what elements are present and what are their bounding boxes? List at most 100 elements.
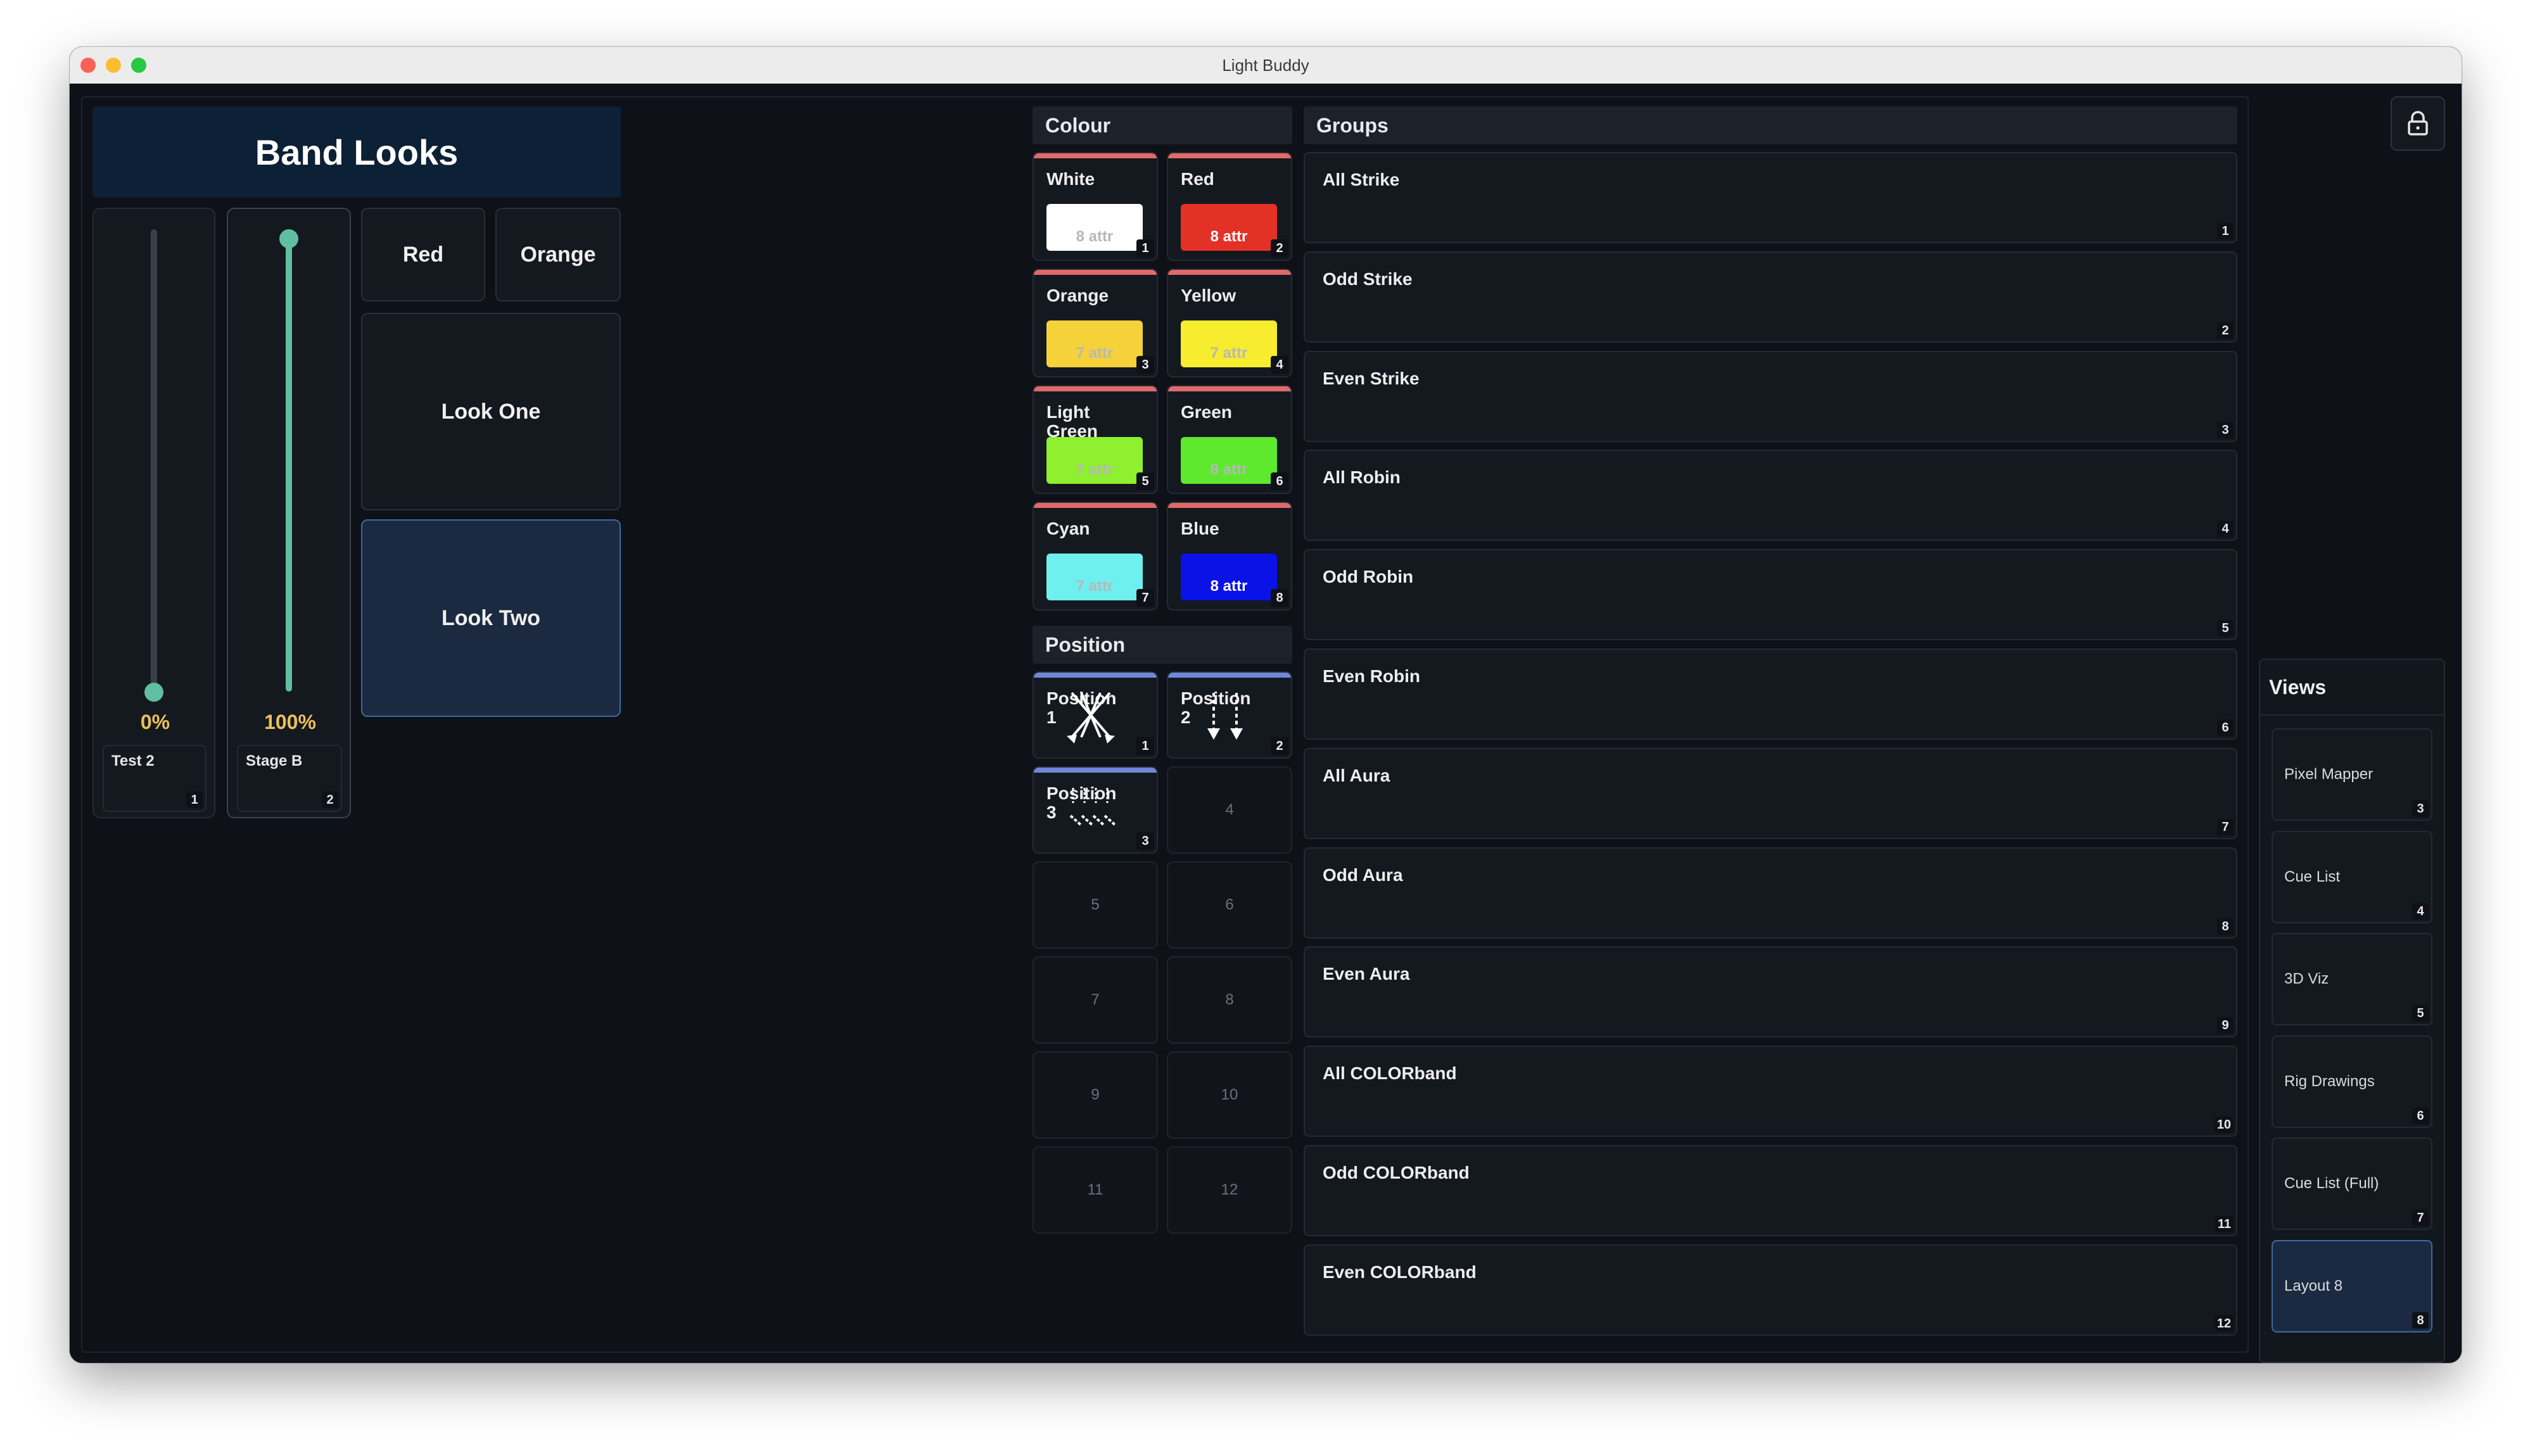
group-item[interactable]: All Strike 1 [1304, 152, 2237, 243]
position-preset[interactable]: Position 33 [1033, 766, 1158, 854]
empty-position-slot[interactable]: 12 [1167, 1146, 1292, 1234]
fader-number: 1 [186, 792, 203, 808]
fader-label-box[interactable]: Test 2 1 [103, 745, 207, 812]
view-item[interactable]: Pixel Mapper 3 [2272, 728, 2432, 821]
view-name: Cue List (Full) [2284, 1175, 2379, 1192]
view-item[interactable]: Cue List 4 [2272, 830, 2432, 923]
empty-position-slot[interactable]: 4 [1167, 766, 1292, 854]
preset-number: 3 [1136, 356, 1154, 374]
group-number: 9 [2217, 1017, 2234, 1034]
lock-button[interactable] [2391, 96, 2445, 151]
fader-track[interactable] [151, 229, 157, 692]
preset-bar [1168, 270, 1291, 275]
view-name: 3D Viz [2284, 970, 2329, 987]
group-name: Odd COLORband [1323, 1163, 1470, 1182]
preset-number: 1 [1136, 737, 1154, 755]
colour-preset[interactable]: Cyan 7 attr 7 [1033, 502, 1158, 611]
group-item[interactable]: Even Aura 9 [1304, 946, 2237, 1038]
main-content: Band Looks 0% Test 2 1 100% Stage B 2 Re… [70, 84, 2462, 1363]
attr-count: 7 attr [1076, 345, 1114, 362]
group-item[interactable]: All COLORband 10 [1304, 1046, 2237, 1137]
group-item[interactable]: Odd Aura 8 [1304, 847, 2237, 939]
empty-position-slot[interactable]: 7 [1033, 956, 1158, 1044]
group-item[interactable]: All Aura 7 [1304, 747, 2237, 839]
preset-name: White [1046, 169, 1095, 189]
colour-preset[interactable]: White 8 attr 1 [1033, 152, 1158, 261]
empty-position-slot[interactable]: 11 [1033, 1146, 1158, 1234]
preset-number: 2 [1271, 737, 1288, 755]
app-window: Light Buddy Band Looks 0% Test 2 1 100% … [70, 47, 2462, 1363]
group-item[interactable]: Even Strike 3 [1304, 350, 2237, 442]
fader-number: 2 [322, 792, 338, 808]
colour-preset[interactable]: Light Green 7 attr 5 [1033, 385, 1158, 494]
fader-track[interactable] [286, 229, 292, 692]
preset-number: 1 [1136, 239, 1154, 257]
preset-bar [1168, 153, 1291, 158]
orange-look-button[interactable]: Orange [495, 208, 621, 301]
fader-label-box[interactable]: Stage B 2 [237, 745, 342, 812]
position-pattern-icon [1065, 782, 1122, 835]
empty-position-slot[interactable]: 9 [1033, 1051, 1158, 1139]
group-item[interactable]: All Robin 4 [1304, 450, 2237, 541]
empty-position-slot[interactable]: 6 [1167, 861, 1292, 949]
preset-name: Green [1181, 402, 1232, 422]
red-look-button[interactable]: Red [361, 208, 485, 301]
preset-name: Yellow [1181, 286, 1236, 305]
attr-count: 8 attr [1210, 578, 1248, 595]
view-item[interactable]: 3D Viz 5 [2272, 933, 2432, 1025]
colour-preset[interactable]: Yellow 7 attr 4 [1167, 269, 1292, 377]
preset-name: Orange [1046, 286, 1109, 305]
colour-preset[interactable]: Green 8 attr 6 [1167, 385, 1292, 494]
fader-stage-b[interactable]: 100% Stage B 2 [227, 208, 351, 818]
fader-value: 0% [140, 711, 170, 733]
views-header: Views [2260, 660, 2444, 716]
group-number: 3 [2217, 421, 2234, 438]
group-number: 7 [2217, 818, 2234, 835]
empty-position-slot[interactable]: 10 [1167, 1051, 1292, 1139]
empty-position-slot[interactable]: 8 [1167, 956, 1292, 1044]
fader-handle[interactable] [279, 229, 298, 248]
group-name: All Strike [1323, 170, 1400, 189]
group-item[interactable]: Even Robin 6 [1304, 649, 2237, 740]
preset-number: 2 [1271, 239, 1288, 257]
colour-preset[interactable]: Orange 7 attr 3 [1033, 269, 1158, 377]
preset-number: 8 [1271, 589, 1288, 607]
lock-icon [2408, 111, 2428, 136]
position-preset[interactable]: Position 11 [1033, 671, 1158, 759]
attr-count: 8 attr [1076, 228, 1114, 245]
fader-value: 100% [264, 711, 316, 733]
preset-bar [1034, 386, 1157, 391]
group-name: Even Aura [1323, 964, 1410, 984]
view-name: Layout 8 [2284, 1277, 2343, 1295]
groups-header: Groups [1304, 106, 2237, 144]
colour-preset[interactable]: Red 8 attr 2 [1167, 152, 1292, 261]
position-header: Position [1033, 626, 1292, 664]
group-name: Even Robin [1323, 666, 1421, 686]
group-item[interactable]: Odd Strike 2 [1304, 251, 2237, 343]
view-item[interactable]: Layout 8 8 [2272, 1239, 2432, 1333]
group-number: 10 [2214, 1117, 2234, 1134]
look-two-button[interactable]: Look Two [361, 519, 621, 717]
preset-number: 6 [1271, 472, 1288, 490]
fader-test-2[interactable]: 0% Test 2 1 [92, 208, 215, 818]
group-number: 1 [2217, 223, 2234, 239]
empty-position-slot[interactable]: 5 [1033, 861, 1158, 949]
group-item[interactable]: Odd Robin 5 [1304, 549, 2237, 641]
attr-count: 7 attr [1076, 578, 1114, 595]
position-pattern-icon [1200, 687, 1250, 747]
group-item[interactable]: Odd COLORband 11 [1304, 1145, 2237, 1236]
view-number: 4 [2412, 902, 2429, 920]
group-item[interactable]: Even COLORband 12 [1304, 1244, 2237, 1336]
group-number: 8 [2217, 918, 2234, 935]
look-one-button[interactable]: Look One [361, 313, 621, 510]
preset-bar [1168, 503, 1291, 508]
view-item[interactable]: Cue List (Full) 7 [2272, 1137, 2432, 1230]
fader-handle[interactable] [144, 683, 163, 702]
preset-number: 3 [1136, 832, 1154, 850]
view-item[interactable]: Rig Drawings 6 [2272, 1035, 2432, 1128]
group-number: 5 [2217, 620, 2234, 637]
position-preset[interactable]: Position 22 [1167, 671, 1292, 759]
colour-preset[interactable]: Blue 8 attr 8 [1167, 502, 1292, 611]
views-panel: Views Pixel Mapper 3 Cue List 4 3D Viz 5 Rig D… [2259, 659, 2445, 1363]
position-pattern-icon [1065, 687, 1116, 747]
